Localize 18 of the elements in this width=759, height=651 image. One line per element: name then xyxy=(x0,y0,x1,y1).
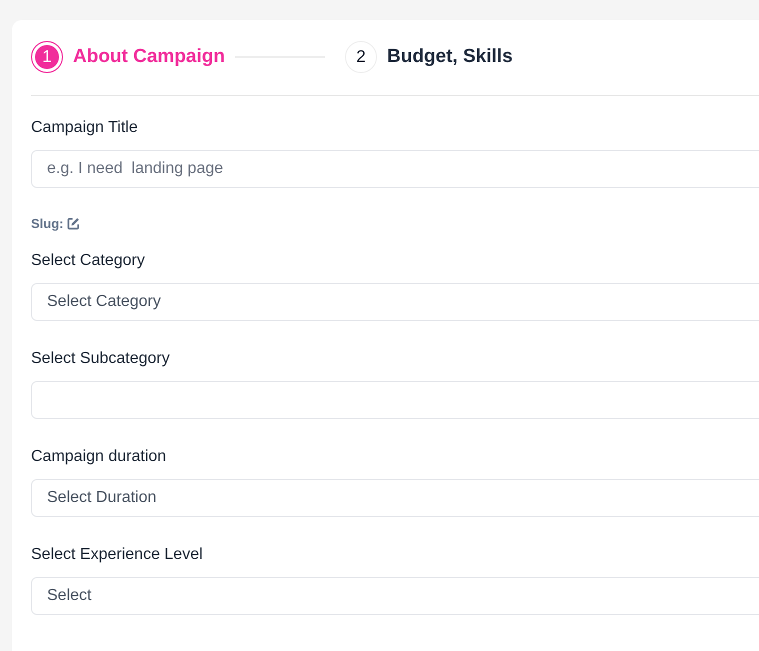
field-label: Select Subcategory xyxy=(31,349,171,369)
field-label: Campaign duration xyxy=(31,447,168,467)
step-number: 1 xyxy=(31,41,63,73)
edit-icon[interactable] xyxy=(66,217,80,230)
title-input[interactable]: e.g. I need landing page xyxy=(31,150,759,188)
step-number: 2 xyxy=(345,41,377,73)
field-label: Select Experience Level xyxy=(31,545,204,565)
step-label: About Campaign xyxy=(73,46,225,68)
slug-label: Slug: xyxy=(31,216,64,231)
field-label: Campaign Title xyxy=(31,118,139,138)
select-field[interactable]: Select Category xyxy=(31,283,759,321)
select-field[interactable]: Select Duration xyxy=(31,479,759,517)
step-tab[interactable]: 1 About Campaign xyxy=(31,41,225,73)
step-label: Budget, Skills xyxy=(387,46,513,68)
step-tab[interactable]: 2 Budget, Skills xyxy=(345,41,513,73)
select-field[interactable] xyxy=(31,381,759,419)
select-field[interactable]: Select xyxy=(31,577,759,615)
field-label: Select Category xyxy=(31,251,146,271)
